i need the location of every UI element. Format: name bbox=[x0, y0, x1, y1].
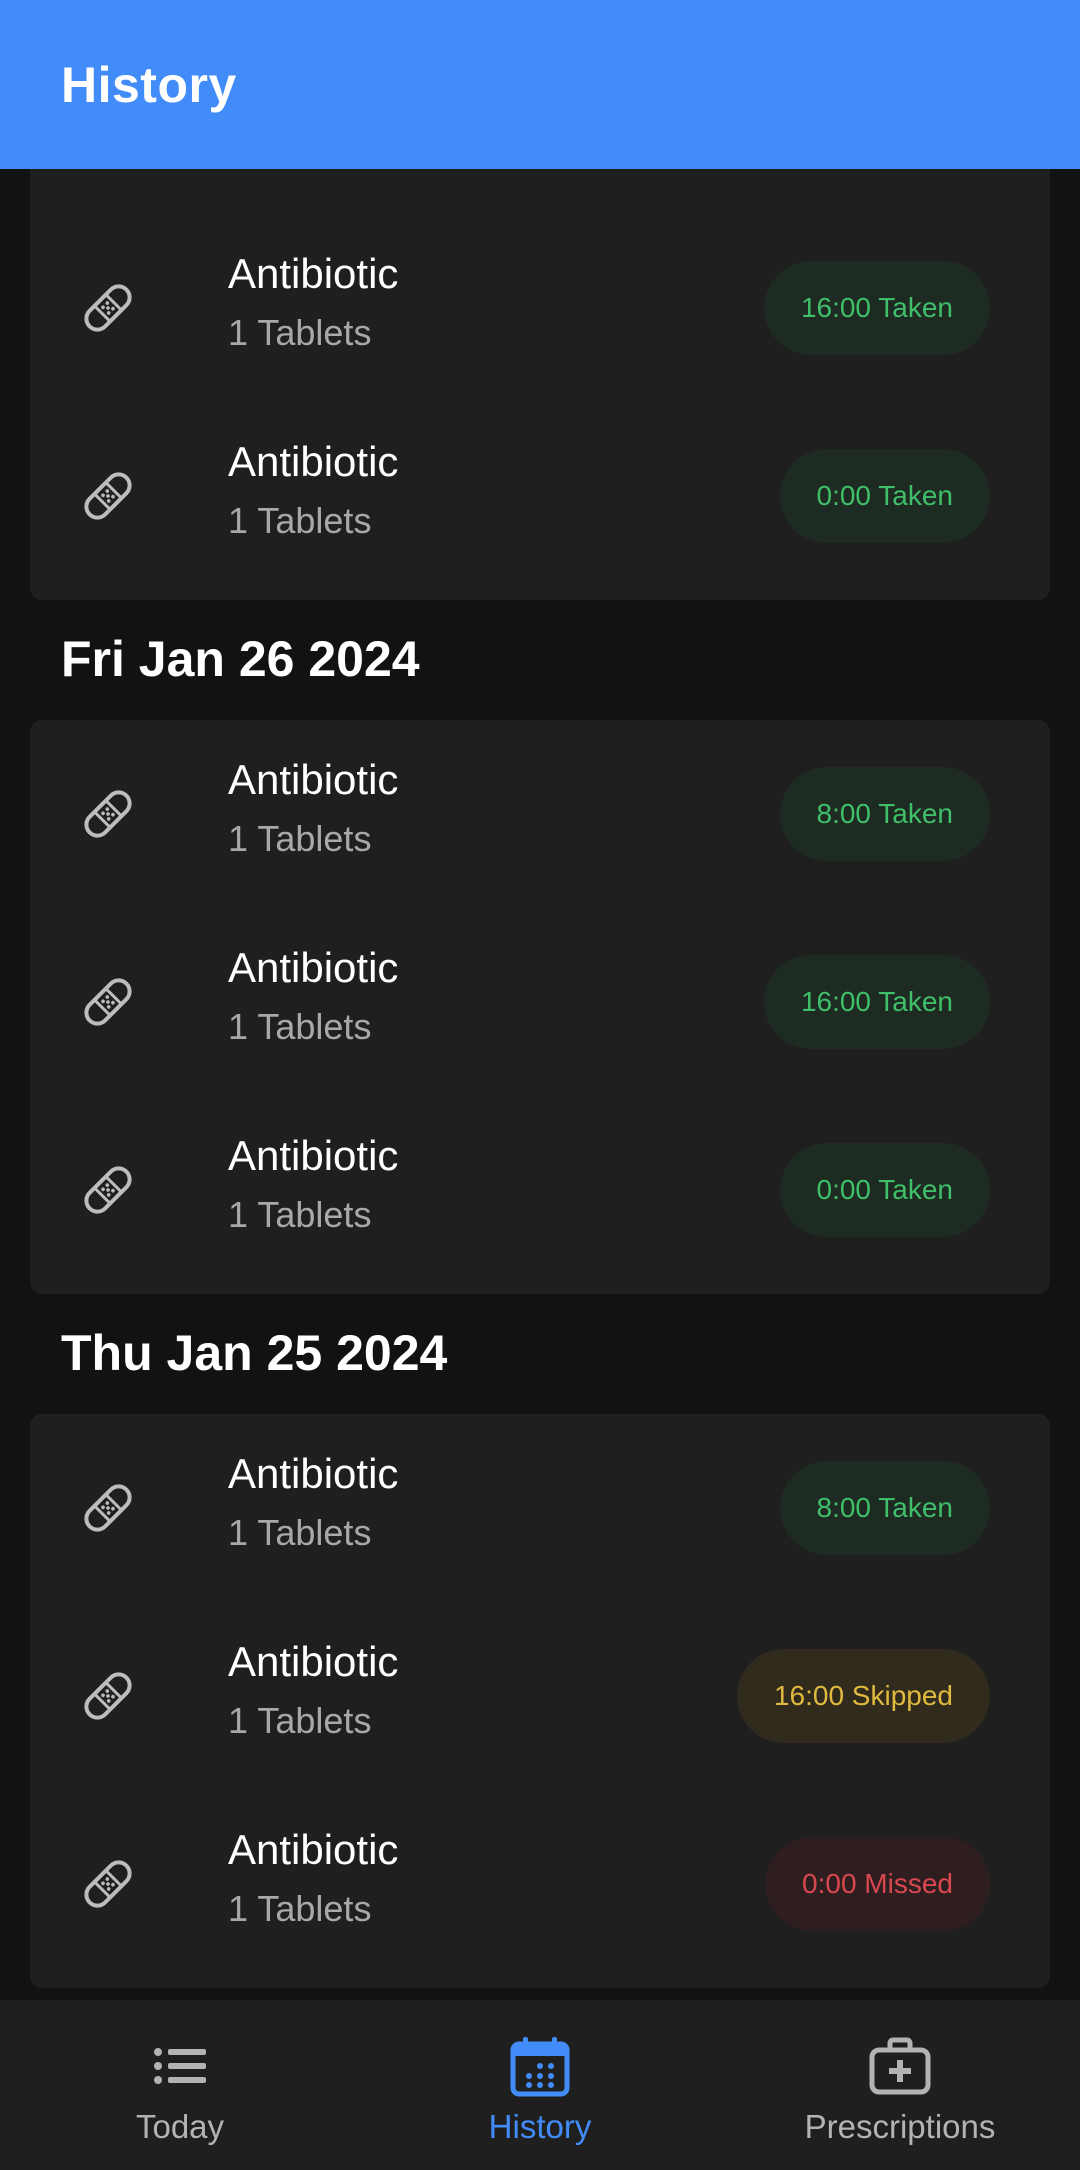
medication-row[interactable]: Antibiotic 1 Tablets 0:00 Taken bbox=[30, 1096, 1050, 1284]
bandage-icon bbox=[78, 1478, 138, 1538]
bandage-icon bbox=[78, 1666, 138, 1726]
medication-name: Antibiotic bbox=[228, 1638, 399, 1685]
medication-name: Antibiotic bbox=[228, 756, 399, 803]
status-badge: 8:00 Taken bbox=[779, 1461, 990, 1555]
nav-today[interactable]: Today bbox=[0, 2000, 360, 2170]
medication-dose: 1 Tablets bbox=[228, 500, 372, 541]
medication-dose: 1 Tablets bbox=[228, 1006, 372, 1047]
app-root: History Antibiotic1 TabletsAntibiotic1 T… bbox=[0, 0, 1080, 2170]
medication-row[interactable]: Antibiotic 1 Tablets 0:00 Taken bbox=[30, 402, 1050, 590]
medical-kit-icon bbox=[869, 2037, 931, 2095]
bandage-icon bbox=[78, 466, 138, 526]
bandage-icon bbox=[78, 1160, 138, 1220]
bandage-icon bbox=[84, 978, 132, 1026]
bandage-icon bbox=[78, 972, 138, 1032]
day-card: Antibiotic 1 Tablets 8:00 Taken Antibiotic 1… bbox=[30, 1414, 1050, 1988]
bandage-icon bbox=[78, 1854, 138, 1914]
medication-dose: 1 Tablets bbox=[228, 1888, 372, 1929]
history-list[interactable]: Antibiotic1 TabletsAntibiotic1 Tablets16… bbox=[0, 169, 1080, 1999]
date-header: Thu Jan 25 2024 bbox=[61, 1325, 448, 1381]
medication-row[interactable]: Antibiotic 1 Tablets 0:00 Missed bbox=[30, 1790, 1050, 1978]
app-bar: History bbox=[0, 0, 1080, 169]
page-title: History bbox=[61, 56, 237, 113]
nav-prescriptions[interactable]: Prescriptions bbox=[720, 2000, 1080, 2170]
medication-row[interactable]: Antibiotic1 Tablets bbox=[30, 169, 1050, 214]
nav-prescriptions-label: Prescriptions bbox=[804, 2108, 996, 2145]
bandage-icon bbox=[84, 790, 132, 838]
status-badge: 16:00 Taken bbox=[763, 955, 990, 1049]
bandage-icon bbox=[84, 1672, 132, 1720]
medication-row[interactable]: Antibiotic 1 Tablets 16:00 Taken bbox=[30, 908, 1050, 1096]
medication-dose: 1 Tablets bbox=[228, 1512, 372, 1553]
bottom-navigation: Today History Prescriptions bbox=[0, 2000, 1080, 2170]
nav-history[interactable]: History bbox=[360, 2000, 720, 2170]
medication-dose: 1 Tablets bbox=[228, 818, 372, 859]
status-badge: 8:00 Taken bbox=[779, 767, 990, 861]
day-card: Antibiotic1 TabletsAntibiotic1 Tablets16… bbox=[30, 169, 1050, 600]
bandage-icon bbox=[84, 1484, 132, 1532]
medication-name: Antibiotic bbox=[228, 438, 399, 485]
status-badge: 16:00 Skipped bbox=[736, 1649, 990, 1743]
medication-name: Antibiotic bbox=[228, 1132, 399, 1179]
medication-name: Antibiotic bbox=[228, 250, 399, 297]
medication-dose: 1 Tablets bbox=[228, 1194, 372, 1235]
medication-row[interactable]: Antibiotic 1 Tablets 8:00 Taken bbox=[30, 1414, 1050, 1602]
date-header: Fri Jan 26 2024 bbox=[61, 631, 420, 687]
bandage-icon bbox=[84, 472, 132, 520]
bandage-icon bbox=[78, 278, 138, 338]
bandage-icon bbox=[78, 784, 138, 844]
day-card: Antibiotic 1 Tablets 8:00 Taken Antibiotic 1… bbox=[30, 720, 1050, 1294]
medication-row[interactable]: Antibiotic 1 Tablets 16:00 Taken bbox=[30, 214, 1050, 402]
status-badge: 0:00 Missed bbox=[765, 1837, 990, 1931]
medication-name: Antibiotic bbox=[228, 1826, 399, 1873]
list-icon bbox=[154, 2048, 206, 2084]
status-badge: 16:00 Taken bbox=[763, 261, 990, 355]
calendar-icon bbox=[510, 2037, 570, 2097]
status-badge: 0:00 Taken bbox=[779, 449, 990, 543]
status-badge: 0:00 Taken bbox=[779, 1143, 990, 1237]
medication-dose: 1 Tablets bbox=[228, 312, 372, 353]
medication-name: Antibiotic bbox=[228, 944, 399, 991]
medication-row[interactable]: Antibiotic 1 Tablets 8:00 Taken bbox=[30, 720, 1050, 908]
bandage-icon bbox=[84, 284, 132, 332]
bandage-icon bbox=[84, 1860, 132, 1908]
nav-today-label: Today bbox=[135, 2108, 225, 2145]
nav-history-label: History bbox=[488, 2108, 592, 2145]
medication-dose: 1 Tablets bbox=[228, 1700, 372, 1741]
bandage-icon bbox=[84, 1166, 132, 1214]
medication-name: Antibiotic bbox=[228, 1450, 399, 1497]
medication-row[interactable]: Antibiotic 1 Tablets 16:00 Skipped bbox=[30, 1602, 1050, 1790]
